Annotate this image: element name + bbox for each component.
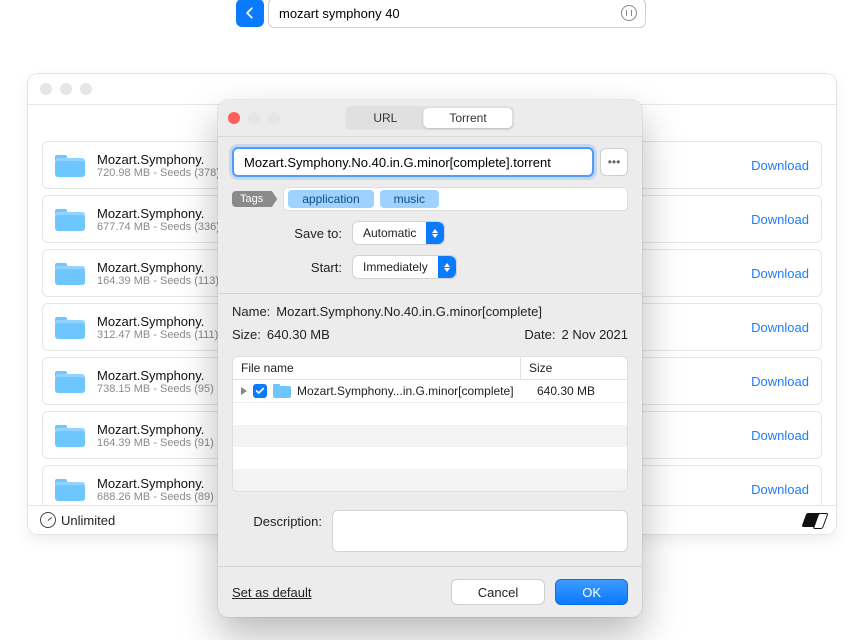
file-name: Mozart.Symphony...in.G.minor[complete] (297, 384, 531, 398)
cancel-button[interactable]: Cancel (451, 579, 545, 605)
torrent-path-input[interactable] (242, 154, 584, 171)
folder-icon (273, 384, 291, 398)
speed-label: Unlimited (61, 513, 115, 528)
file-row-empty (233, 447, 627, 469)
traffic-min-icon[interactable] (248, 112, 260, 124)
size-value: 640.30 MB (267, 327, 330, 342)
file-size: 640.30 MB (537, 384, 619, 398)
divider (218, 293, 642, 294)
download-link[interactable]: Download (751, 320, 809, 335)
traffic-close-icon[interactable] (40, 83, 52, 95)
set-as-default-link[interactable]: Set as default (232, 585, 312, 600)
tag-music[interactable]: music (380, 190, 439, 208)
gauge-icon (40, 512, 56, 528)
size-key: Size: (232, 327, 261, 342)
folder-icon (55, 369, 85, 393)
updown-icon (438, 256, 456, 278)
col-size[interactable]: Size (521, 357, 627, 379)
save-to-label: Save to: (232, 226, 342, 241)
start-select[interactable]: Immediately (352, 255, 457, 279)
name-key: Name: (232, 304, 270, 319)
tag-application[interactable]: application (288, 190, 373, 208)
tags-field[interactable]: application music (283, 187, 628, 211)
start-value: Immediately (363, 260, 428, 274)
file-row-empty (233, 425, 627, 447)
folder-icon (55, 153, 85, 177)
download-link[interactable]: Download (751, 158, 809, 173)
ok-button[interactable]: OK (555, 579, 628, 605)
file-row-empty (233, 469, 627, 491)
traffic-close-icon[interactable] (228, 112, 240, 124)
torrent-path-field (232, 147, 594, 177)
source-segmented-control[interactable]: URL Torrent (345, 106, 514, 130)
add-torrent-dialog: URL Torrent ••• Tags application music S… (218, 100, 642, 617)
date-key: Date: (524, 327, 555, 342)
search-input[interactable] (277, 5, 621, 22)
tab-torrent[interactable]: Torrent (423, 108, 512, 128)
file-checkbox[interactable] (253, 384, 267, 398)
folder-icon (55, 207, 85, 231)
file-table: File name Size Mozart.Symphony...in.G.mi… (232, 356, 628, 492)
traffic-max-icon[interactable] (268, 112, 280, 124)
col-filename[interactable]: File name (233, 357, 521, 379)
back-button[interactable] (236, 0, 264, 27)
chevron-left-icon (243, 6, 257, 20)
check-icon (255, 386, 265, 396)
folder-icon (55, 423, 85, 447)
date-value: 2 Nov 2021 (562, 327, 629, 342)
browse-button[interactable]: ••• (600, 148, 628, 176)
dialog-window-controls[interactable] (228, 112, 280, 124)
traffic-max-icon[interactable] (80, 83, 92, 95)
eraser-icon[interactable] (801, 513, 826, 527)
save-to-select[interactable]: Automatic (352, 221, 445, 245)
file-row-empty (233, 403, 627, 425)
description-field[interactable] (332, 510, 628, 552)
folder-icon (55, 477, 85, 501)
download-link[interactable]: Download (751, 428, 809, 443)
description-label: Description: (232, 510, 322, 552)
download-link[interactable]: Download (751, 374, 809, 389)
download-link[interactable]: Download (751, 266, 809, 281)
start-label: Start: (232, 260, 342, 275)
traffic-min-icon[interactable] (60, 83, 72, 95)
folder-icon (55, 261, 85, 285)
download-link[interactable]: Download (751, 482, 809, 497)
disclosure-triangle-icon[interactable] (241, 387, 247, 395)
pause-icon[interactable] (621, 5, 637, 21)
save-to-value: Automatic (363, 226, 416, 240)
dialog-footer: Set as default Cancel OK (218, 566, 642, 617)
file-row[interactable]: Mozart.Symphony...in.G.minor[complete] 6… (233, 380, 627, 403)
name-value: Mozart.Symphony.No.40.in.G.minor[complet… (276, 304, 542, 319)
download-link[interactable]: Download (751, 212, 809, 227)
window-controls[interactable] (40, 83, 92, 95)
tags-label: Tags (232, 191, 277, 207)
folder-icon (55, 315, 85, 339)
search-box (268, 0, 646, 28)
file-table-header: File name Size (233, 357, 627, 380)
updown-icon (426, 222, 444, 244)
tab-url[interactable]: URL (347, 108, 423, 128)
dialog-titlebar: URL Torrent (218, 100, 642, 137)
search-bar (236, 0, 646, 30)
